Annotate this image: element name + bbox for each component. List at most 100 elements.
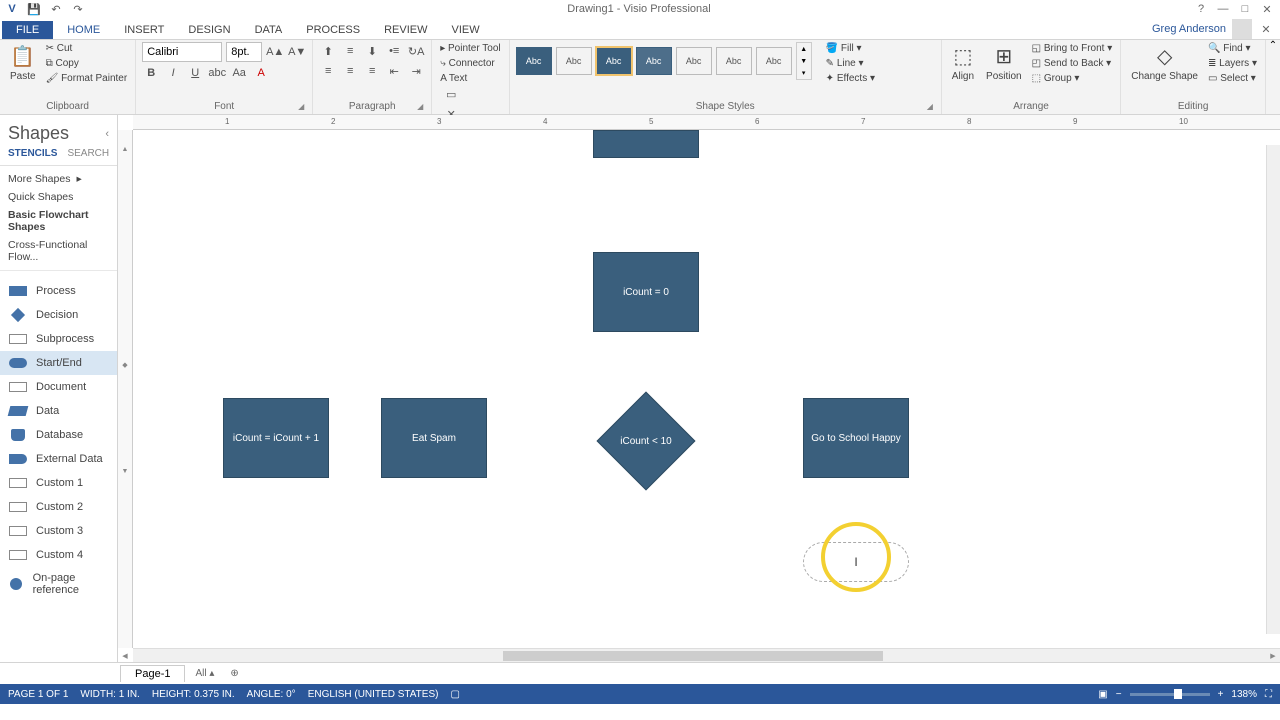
tab-process[interactable]: PROCESS [294,21,372,39]
shape-custom3[interactable]: Custom 3 [0,519,117,543]
format-painter-button[interactable]: 🖌 Format Painter [44,72,130,85]
shape-document[interactable]: Document [0,375,117,399]
tab-home[interactable]: HOME [55,21,112,39]
drawing-canvas[interactable]: iCount = 0 iCount = iCount + 1 Eat Spam … [133,130,1280,648]
stencil-basic-flowchart[interactable]: Basic Flowchart Shapes [0,206,117,236]
change-shape-button[interactable]: ◇Change Shape [1127,42,1202,84]
align-mid-icon[interactable]: ≡ [341,42,359,60]
more-shapes-item[interactable]: More Shapes ▸ [0,170,117,188]
styles-dialog-icon[interactable]: ◢ [925,102,935,112]
font-size-input[interactable] [226,42,262,62]
tab-insert[interactable]: INSERT [112,21,176,39]
strike-icon[interactable]: abc [208,64,226,82]
shapes-tab-search[interactable]: SEARCH [67,148,109,159]
shape-process[interactable]: Process [0,279,117,303]
shapes-tab-stencils[interactable]: STENCILS [8,148,57,159]
help-icon[interactable]: ? [1192,1,1210,17]
horizontal-scrollbar[interactable]: ◀ ▶ [133,648,1280,662]
close-document-icon[interactable]: ✕ [1258,21,1274,37]
shape-database[interactable]: Database [0,423,117,447]
align-left-icon[interactable]: ≡ [319,62,337,80]
layers-button[interactable]: ≣ Layers ▾ [1206,57,1259,70]
select-button[interactable]: ▭ Select ▾ [1206,72,1259,85]
quick-shapes-item[interactable]: Quick Shapes [0,188,117,206]
stencil-cross-functional[interactable]: Cross-Functional Flow... [0,236,117,266]
group-button[interactable]: ⬚ Group ▾ [1030,72,1115,85]
pan-mid-icon[interactable]: ◆ [120,360,130,370]
font-dialog-icon[interactable]: ◢ [296,102,306,112]
canvas-shape-school[interactable]: Go to School Happy [803,398,909,478]
bold-icon[interactable]: B [142,64,160,82]
align-right-icon[interactable]: ≡ [363,62,381,80]
canvas-shape-decision[interactable]: iCount < 10 [611,406,681,476]
cut-button[interactable]: ✂ Cut [44,42,130,55]
canvas-shape-icount-init[interactable]: iCount = 0 [593,252,699,332]
find-button[interactable]: 🔍 Find ▾ [1206,42,1259,55]
copy-button[interactable]: ⧉ Copy [44,57,130,70]
orientation-icon[interactable]: ↻A [407,42,425,60]
tab-view[interactable]: VIEW [439,21,491,39]
collapse-ribbon-icon[interactable]: ⌃ [1269,40,1277,51]
tab-data[interactable]: DATA [243,21,295,39]
user-name[interactable]: Greg Anderson [1152,23,1226,35]
rectangle-tool-icon[interactable]: ▭ [442,85,460,103]
pointer-tool-button[interactable]: ▸ Pointer Tool [438,42,502,55]
shape-external-data[interactable]: External Data [0,447,117,471]
shrink-font-icon[interactable]: A▼ [288,43,306,61]
paste-button[interactable]: 📋Paste [6,42,40,84]
text-tool-button[interactable]: A Text [438,72,469,85]
zoom-level[interactable]: 138% [1231,689,1257,700]
page-tab-1[interactable]: Page-1 [120,665,185,682]
shape-custom4[interactable]: Custom 4 [0,543,117,567]
shape-decision[interactable]: Decision [0,303,117,327]
status-language[interactable]: ENGLISH (UNITED STATES) [308,689,439,700]
pan-down-icon[interactable]: ▼ [120,466,130,476]
send-back-button[interactable]: ◰ Send to Back ▾ [1030,57,1115,70]
fill-button[interactable]: 🪣 Fill ▾ [824,42,877,55]
style-swatch-3[interactable]: Abc [596,47,632,75]
style-swatch-4[interactable]: Abc [636,47,672,75]
vertical-scrollbar[interactable] [1266,145,1280,634]
style-gallery[interactable]: Abc Abc Abc Abc Abc Abc Abc ▲▼▾ [516,42,812,80]
paragraph-dialog-icon[interactable]: ◢ [415,102,425,112]
scroll-right-icon[interactable]: ▶ [1268,651,1278,661]
zoom-out-icon[interactable]: − [1116,689,1122,700]
canvas-shape-eat-spam[interactable]: Eat Spam [381,398,487,478]
canvas-shape-terminator-editing[interactable]: I [803,542,909,582]
canvas-shape-increment[interactable]: iCount = iCount + 1 [223,398,329,478]
tab-review[interactable]: REVIEW [372,21,439,39]
align-bot-icon[interactable]: ⬇ [363,42,381,60]
align-center-icon[interactable]: ≡ [341,62,359,80]
collapse-shapes-icon[interactable]: ‹ [105,128,109,140]
minimize-icon[interactable]: — [1214,1,1232,17]
maximize-icon[interactable]: □ [1236,1,1254,17]
macro-record-icon[interactable]: ▢ [450,689,459,700]
page-tab-all[interactable]: All ▴ [189,668,220,679]
scroll-left-icon[interactable]: ◀ [120,651,130,661]
canvas-shape-top[interactable] [593,130,699,158]
line-button[interactable]: ✎ Line ▾ [824,57,877,70]
scrollbar-thumb[interactable] [503,651,883,661]
shape-subprocess[interactable]: Subprocess [0,327,117,351]
shape-custom1[interactable]: Custom 1 [0,471,117,495]
font-color-icon[interactable]: A [252,64,270,82]
style-swatch-7[interactable]: Abc [756,47,792,75]
bullets-icon[interactable]: •≡ [385,42,403,60]
undo-icon[interactable]: ↶ [48,1,64,17]
align-top-icon[interactable]: ⬆ [319,42,337,60]
outdent-icon[interactable]: ⇤ [385,62,403,80]
style-swatch-1[interactable]: Abc [516,47,552,75]
tab-design[interactable]: DESIGN [176,21,242,39]
indent-icon[interactable]: ⇥ [407,62,425,80]
fit-page-icon[interactable]: ⛶ [1265,689,1272,700]
shape-custom2[interactable]: Custom 2 [0,495,117,519]
grow-font-icon[interactable]: A▲ [266,43,284,61]
zoom-slider[interactable] [1130,693,1210,696]
bring-front-button[interactable]: ◱ Bring to Front ▾ [1030,42,1115,55]
new-page-icon[interactable]: ⊕ [224,668,244,679]
effects-button[interactable]: ✦ Effects ▾ [824,72,877,85]
gallery-scroll[interactable]: ▲▼▾ [796,42,812,80]
save-icon[interactable]: 💾 [26,1,42,17]
close-icon[interactable]: ✕ [1258,1,1276,17]
align-button[interactable]: ⬚Align [948,42,978,84]
